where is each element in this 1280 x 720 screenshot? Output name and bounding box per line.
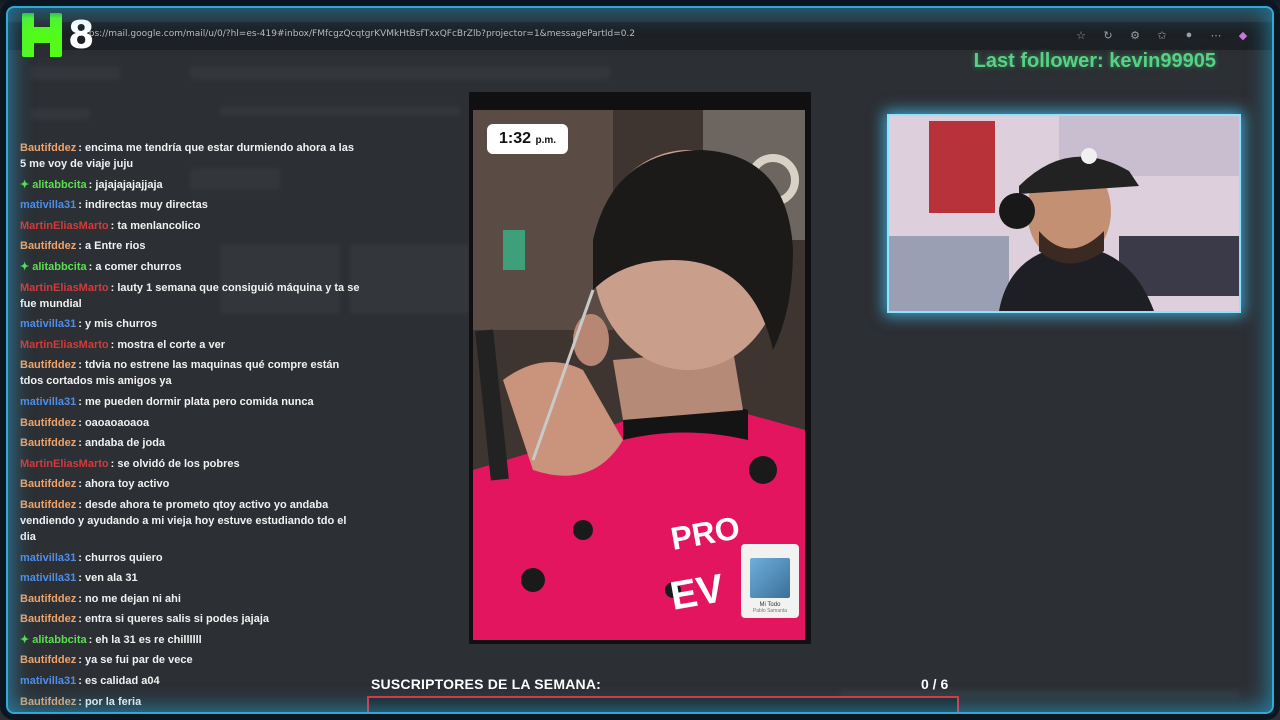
- favorites-icon[interactable]: ✩: [1155, 28, 1169, 42]
- chat-text: : por la feria: [78, 695, 142, 708]
- chat-message: Bautifddez: por la feria: [20, 694, 360, 710]
- url-text[interactable]: https://mail.google.com/mail/u/0/?hl=es-…: [76, 29, 635, 39]
- chat-message: Bautifddez: no me dejan ni ahi: [20, 591, 360, 607]
- chat-text: : churros quiero: [78, 551, 163, 564]
- chat-username[interactable]: Bautifddez: [20, 696, 76, 708]
- chat-username[interactable]: Bautifddez: [20, 499, 76, 511]
- webcam-feed: [887, 114, 1241, 313]
- time-hour: 1:32: [499, 130, 532, 147]
- refresh-icon[interactable]: ↻: [1101, 28, 1115, 42]
- chat-message: Bautifddez: desde ahora te prometo qtoy …: [20, 497, 360, 545]
- chat-text: : ta menlancolico: [110, 219, 201, 232]
- chat-text: : eh la 31 es re chillllll: [88, 633, 202, 646]
- chat-message: MartinEliasMarto: ta menlancolico: [20, 218, 360, 234]
- chat-message: MartinEliasMarto: mostra el corte a ver: [20, 337, 360, 353]
- chat-message: ✦ alitabbcita: jajajajajajjaja: [20, 177, 360, 193]
- kick-k-icon: [22, 13, 62, 57]
- chat-message: Bautifddez: oaoaoaoaoa: [20, 415, 360, 431]
- chat-message: mativilla31: es calidad a04: [20, 673, 360, 689]
- chat-message: Bautifddez: andaba de joda: [20, 435, 360, 451]
- chat-username[interactable]: MartinEliasMarto: [20, 220, 109, 232]
- music-sticker[interactable]: Mi Todo Pablo Samanta: [741, 544, 799, 618]
- chat-text: : ahora toy activo: [78, 478, 170, 491]
- subscriber-badge-icon: ✦: [20, 178, 30, 191]
- chat-text: : a comer churros: [88, 260, 182, 273]
- chat-message: mativilla31: churros quiero: [20, 550, 360, 566]
- chat-username[interactable]: MartinEliasMarto: [20, 458, 109, 470]
- chat-username[interactable]: Bautifddez: [20, 359, 76, 371]
- time-sticker: 1:32 p.m.: [487, 124, 569, 154]
- chat-text: : andaba de joda: [78, 437, 166, 450]
- extension-icon[interactable]: ⚙: [1128, 28, 1142, 42]
- chat-message: Bautifddez: ahora toy activo: [20, 476, 360, 492]
- chat-text: : me pueden dormir plata pero comida nun…: [78, 395, 314, 408]
- chat-message: MartinEliasMarto: se olvidó de los pobre…: [20, 456, 360, 472]
- chat-text: : indirectas muy directas: [78, 199, 208, 212]
- chat-username[interactable]: mativilla31: [20, 199, 76, 211]
- chat-message: ✦ alitabbcita: eh la 31 es re chillllll: [20, 632, 360, 648]
- chat-username[interactable]: Bautifddez: [20, 437, 76, 449]
- chat-text: : a Entre rios: [78, 240, 146, 253]
- subscriber-badge-icon: ✦: [20, 633, 30, 646]
- video-player[interactable]: PRO EV 1:32 p.m. Mi Todo Pablo Samanta: [469, 92, 811, 644]
- streamer-webcam: [889, 116, 1239, 311]
- browser-address-bar: https://mail.google.com/mail/u/0/?hl=es-…: [0, 22, 1280, 50]
- chat-message: MartinEliasMarto: lauty 1 semana que con…: [20, 280, 360, 312]
- chat-message: Bautifddez: entra si queres salis si pod…: [20, 611, 360, 627]
- chat-message: Bautifddez: tdvia no estrene las maquina…: [20, 357, 360, 389]
- chat-panel: Bautifddez: encima me tendría que estar …: [20, 140, 360, 714]
- chat-username[interactable]: MartinEliasMarto: [20, 282, 109, 294]
- chat-text: : y mis churros: [78, 318, 158, 331]
- chat-message: mativilla31: y mis churros: [20, 316, 360, 332]
- chat-username[interactable]: Bautifddez: [20, 613, 76, 625]
- time-suffix: p.m.: [535, 135, 557, 146]
- chat-text: : entra si queres salis si podes jajaja: [78, 613, 269, 626]
- svg-text:EV: EV: [667, 566, 728, 619]
- chat-username[interactable]: mativilla31: [20, 396, 76, 408]
- chat-text: : no me dejan ni ahi: [78, 592, 181, 605]
- chat-text: : es calidad a04: [78, 675, 160, 688]
- chat-text: : oaoaoaoaoa: [78, 416, 150, 429]
- copilot-icon[interactable]: ◆: [1236, 28, 1250, 42]
- sticker-artist: Pablo Samanta: [752, 608, 788, 614]
- chat-username[interactable]: Bautifddez: [20, 142, 76, 154]
- chat-text: : ya se fui par de vece: [78, 654, 193, 667]
- more-icon[interactable]: ⋯: [1209, 28, 1223, 42]
- profile-icon[interactable]: ●: [1182, 28, 1196, 42]
- subs-progress-bar: [367, 696, 959, 714]
- album-art: [750, 558, 790, 598]
- subs-label: SUSCRIPTORES DE LA SEMANA:: [371, 676, 601, 692]
- chat-message: mativilla31: me pueden dormir plata pero…: [20, 394, 360, 410]
- chat-message: mativilla31: ven ala 31: [20, 570, 360, 586]
- subscriber-badge-icon: ✦: [20, 260, 30, 273]
- chat-message: Bautifddez: encima me tendría que estar …: [20, 140, 360, 172]
- last-follower-label: Last follower: kevin99905: [973, 50, 1216, 72]
- chat-username[interactable]: alitabbcita: [32, 261, 86, 273]
- subs-count: 0 / 6: [921, 676, 949, 692]
- chat-username[interactable]: Bautifddez: [20, 593, 76, 605]
- chat-username[interactable]: MartinEliasMarto: [20, 339, 109, 351]
- kick-logo: 8: [22, 12, 112, 58]
- chat-message: Bautifddez: ya se fui par de vece: [20, 652, 360, 668]
- chat-username[interactable]: Bautifddez: [20, 417, 76, 429]
- chat-username[interactable]: mativilla31: [20, 318, 76, 330]
- chat-username[interactable]: mativilla31: [20, 572, 76, 584]
- chat-text: : mostra el corte a ver: [110, 338, 225, 351]
- chat-text: : se olvidó de los pobres: [110, 457, 240, 470]
- logo-number: 8: [68, 13, 95, 57]
- chat-username[interactable]: alitabbcita: [32, 179, 86, 191]
- chat-username[interactable]: Bautifddez: [20, 478, 76, 490]
- chat-username[interactable]: alitabbcita: [32, 634, 86, 646]
- chat-username[interactable]: mativilla31: [20, 552, 76, 564]
- chat-message: ✦ alitabbcita: a comer churros: [20, 259, 360, 275]
- chat-username[interactable]: mativilla31: [20, 675, 76, 687]
- chat-username[interactable]: Bautifddez: [20, 654, 76, 666]
- chat-text: : jajajajajajjaja: [88, 178, 163, 191]
- haircut-video: PRO EV 1:32 p.m. Mi Todo Pablo Samanta: [473, 110, 805, 640]
- chat-message: Bautifddez: a Entre rios: [20, 238, 360, 254]
- chat-text: : ven ala 31: [78, 572, 138, 585]
- chat-message: mativilla31: indirectas muy directas: [20, 197, 360, 213]
- chat-username[interactable]: Bautifddez: [20, 240, 76, 252]
- star-icon[interactable]: ☆: [1074, 28, 1088, 42]
